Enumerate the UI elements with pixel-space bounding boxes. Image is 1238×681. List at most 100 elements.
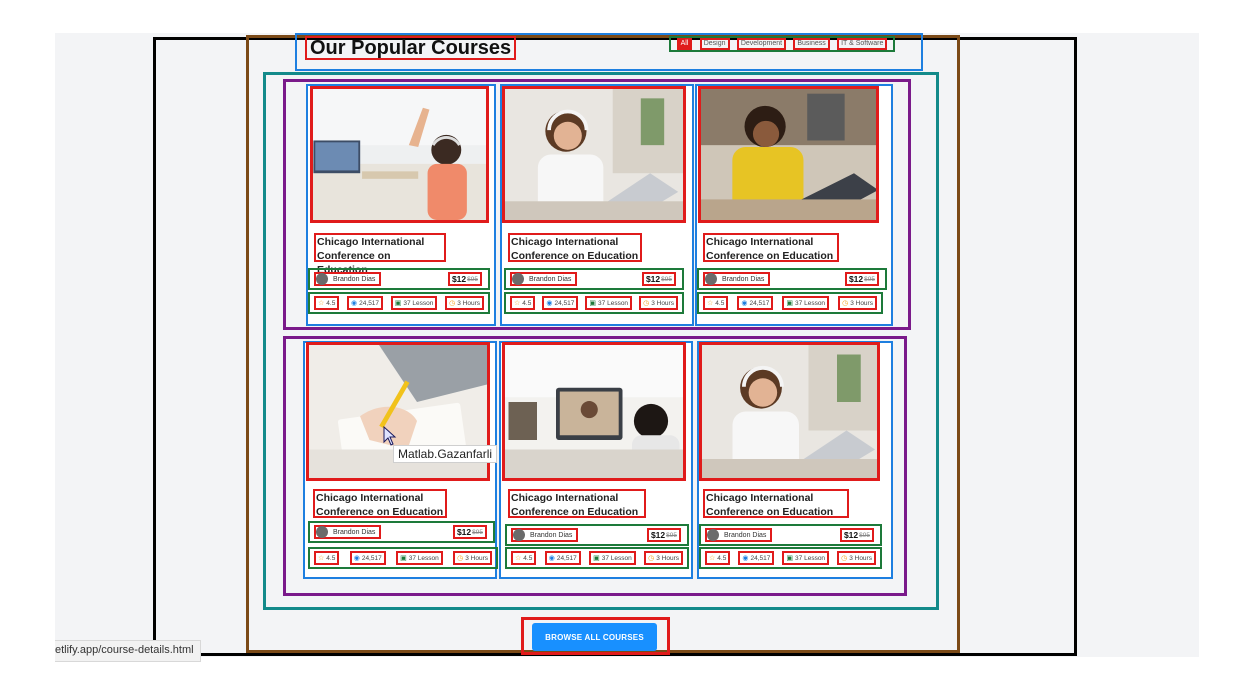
stat-lessons: ▣ 37 Lesson <box>396 551 443 565</box>
author-name: Brandon Dias <box>333 528 376 536</box>
browse-all-courses-button[interactable]: BROWSE ALL COURSES <box>532 623 657 651</box>
filter-design[interactable]: Design <box>699 38 730 50</box>
stat-rating: ☆ 4.5 <box>314 551 340 565</box>
mouse-cursor-icon <box>383 426 397 446</box>
stat-duration: ◷ 3 Hours <box>838 296 877 310</box>
rating-value: 4.5 <box>717 554 727 562</box>
stat-duration: ◷ 3 Hours <box>639 296 678 310</box>
filter-business[interactable]: Business <box>793 38 830 50</box>
stat-students: ◉ 24,517 <box>542 296 579 310</box>
course-meta-row: Brandon Dias $12 $95 <box>697 268 887 290</box>
eye-icon: ◉ <box>742 555 749 562</box>
book-icon: ▣ <box>593 555 600 562</box>
star-icon: ☆ <box>707 300 714 307</box>
price-old: $95 <box>472 528 483 536</box>
browse-button-wrap: BROWSE ALL COURSES <box>521 617 670 655</box>
duration-value: 3 Hours <box>465 554 488 562</box>
filter-it-software[interactable]: IT & Software <box>837 38 888 50</box>
course-title[interactable]: Chicago International Conference on Educ… <box>508 233 642 262</box>
course-author[interactable]: Brandon Dias <box>314 525 382 539</box>
clock-icon: ◷ <box>841 555 848 562</box>
students-value: 24,517 <box>556 554 577 562</box>
price-current: $12 <box>645 274 661 284</box>
stat-duration: ◷ 3 Hours <box>837 551 876 565</box>
duration-value: 3 Hours <box>651 299 674 307</box>
price-current: $12 <box>451 274 467 284</box>
star-icon: ☆ <box>515 555 522 562</box>
course-image[interactable] <box>502 86 686 223</box>
course-price: $12 $95 <box>452 525 487 539</box>
course-price: $12 $95 <box>844 272 879 286</box>
course-meta-row: Brandon Dias $12 $95 <box>504 268 684 290</box>
course-image[interactable] <box>502 342 686 481</box>
course-price: $12 $95 <box>646 528 681 542</box>
author-name: Brandon Dias <box>722 275 765 283</box>
duration-value: 3 Hours <box>849 554 872 562</box>
avatar <box>316 526 328 538</box>
stat-students: ◉ 24,517 <box>737 296 774 310</box>
stat-students: ◉ 24,517 <box>544 551 581 565</box>
stat-students: ◉ 24,517 <box>349 551 386 565</box>
duration-value: 3 Hours <box>656 554 679 562</box>
lessons-value: 37 Lesson <box>408 554 439 562</box>
star-icon: ☆ <box>318 555 325 562</box>
author-name: Brandon Dias <box>529 275 572 283</box>
rating-value: 4.5 <box>715 299 725 307</box>
course-title[interactable]: Chicago International Conference on Educ… <box>508 489 646 518</box>
price-current: $12 <box>848 274 864 284</box>
price-old: $95 <box>467 275 478 283</box>
course-author[interactable]: Brandon Dias <box>510 272 578 286</box>
stat-lessons: ▣ 37 Lesson <box>585 296 633 310</box>
course-price: $12 $95 <box>641 272 676 286</box>
course-meta-row: Brandon Dias $12 $95 <box>505 524 689 546</box>
price-old: $95 <box>859 531 870 539</box>
rating-value: 4.5 <box>326 299 336 307</box>
clock-icon: ◷ <box>457 555 464 562</box>
stat-lessons: ▣ 37 Lesson <box>390 296 438 310</box>
stat-rating: ☆ 4.5 <box>510 296 536 310</box>
course-author[interactable]: Brandon Dias <box>511 528 579 542</box>
course-image[interactable] <box>698 86 879 223</box>
rating-value: 4.5 <box>326 554 336 562</box>
avatar <box>316 273 328 285</box>
price-old: $95 <box>661 275 672 283</box>
course-stats-row: ☆ 4.5 ◉ 24,517 ▣ 37 Lesson ◷ 3 Hours <box>504 292 684 314</box>
course-image[interactable] <box>310 86 489 223</box>
course-image[interactable] <box>699 342 880 481</box>
filter-development[interactable]: Development <box>736 38 787 50</box>
book-icon: ▣ <box>786 555 794 562</box>
stat-rating: ☆ 4.5 <box>511 551 537 565</box>
course-title[interactable]: Chicago International Conference on Educ… <box>314 233 446 276</box>
filter-all[interactable]: All <box>676 38 693 50</box>
lessons-value: 37 Lesson <box>601 554 632 562</box>
course-author[interactable]: Brandon Dias <box>703 272 771 286</box>
course-stats-row: ☆ 4.5 ◉ 24,517 ▣ 37 Lesson ◷ 3 Hours <box>505 547 689 569</box>
price-current: $12 <box>843 530 859 540</box>
stat-lessons: ▣ 37 Lesson <box>589 551 636 565</box>
stat-lessons: ▣ 37 Lesson <box>782 296 830 310</box>
course-meta-row: Brandon Dias $12 $95 <box>699 524 882 546</box>
price-old: $95 <box>864 275 875 283</box>
lessons-value: 37 Lesson <box>598 299 629 307</box>
lessons-value: 37 Lesson <box>795 299 826 307</box>
price-current: $12 <box>456 527 472 537</box>
stat-duration: ◷ 3 Hours <box>445 296 484 310</box>
course-title[interactable]: Chicago International Conference on Educ… <box>703 233 839 262</box>
course-title[interactable]: Chicago International Conference on Educ… <box>313 489 447 518</box>
course-author[interactable]: Brandon Dias <box>705 528 773 542</box>
book-icon: ▣ <box>394 300 402 307</box>
category-filter-bar: All Design Development Business IT & Sof… <box>669 36 895 52</box>
course-price: $12 $95 <box>447 272 482 286</box>
stat-duration: ◷ 3 Hours <box>644 551 683 565</box>
students-value: 24,517 <box>750 554 771 562</box>
stat-rating: ☆ 4.5 <box>705 551 731 565</box>
course-author[interactable]: Brandon Dias <box>314 272 382 286</box>
course-stats-row: ☆ 4.5 ◉ 24,517 ▣ 37 Lesson ◷ 3 Hours <box>699 547 882 569</box>
author-name: Brandon Dias <box>333 275 376 283</box>
course-title[interactable]: Chicago International Conference on Educ… <box>703 489 849 518</box>
duration-value: 3 Hours <box>850 299 873 307</box>
section-title: Our Popular Courses <box>305 36 517 60</box>
star-icon: ☆ <box>709 555 716 562</box>
clock-icon: ◷ <box>449 300 456 307</box>
students-value: 24,517 <box>361 554 382 562</box>
